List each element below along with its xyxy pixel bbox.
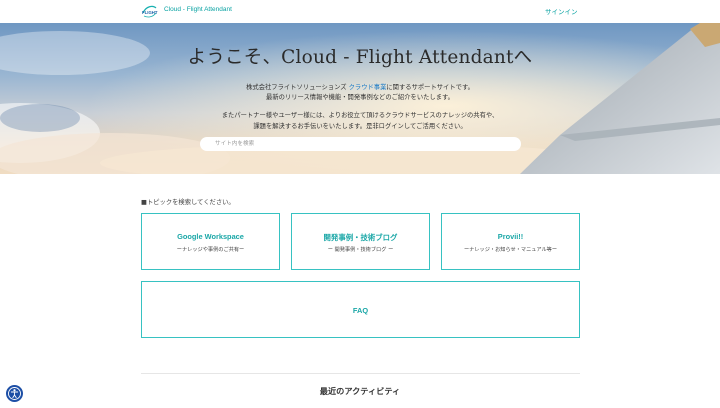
topic-card-title: FAQ [352,306,369,315]
hero-intro-line-1: 株式会社フライトソリューションズ クラウド事業に関するサポートサイトです。 [0,82,720,91]
topic-card-provii[interactable]: Provii!! ーナレッジ・お知らせ・マニュアル等ー [441,213,580,270]
topic-card-title: Google Workspace [177,232,244,241]
site-title[interactable]: Cloud - Flight Attendant [164,6,232,13]
hero-title: ようこそ、Cloud - Flight Attendantへ [187,47,533,68]
hero-intro-line-3: またパートナー様やユーザー様には、よりお役立て頂けるクラウドサービスのナレッジの… [221,112,499,119]
hero-intro-text: 株式会社フライトソリューションズ [246,84,349,91]
topics-label: ■トピックを検索してください。 [141,199,235,206]
site-header: FLIGHT Cloud - Flight Attendant サインイン [0,0,720,23]
hero-banner: ようこそ、Cloud - Flight Attendantへ 株式会社フライトソ… [0,23,720,174]
topic-card-subtitle: ーナレッジ・お知らせ・マニュアル等ー [463,247,558,253]
hero-intro-text: に関するサポートサイトです。 [386,84,474,91]
topic-card-subtitle: ーナレッジや事例のご共有ー [176,247,245,253]
topic-card-google-workspace[interactable]: Google Workspace ーナレッジや事例のご共有ー [141,213,280,270]
recent-activity-heading: 最近のアクティビティ [319,386,401,396]
section-divider [141,373,580,374]
topic-card-faq[interactable]: FAQ [141,281,580,338]
topic-card-title: 開発事例・技術ブログ [323,233,398,242]
hero-intro-line-2: 最新のリリース情報や機能・開発事例などのご紹介をいたします。 [266,94,454,101]
signin-link[interactable]: サインイン [545,6,578,16]
logo-text: FLIGHT [142,10,158,15]
topic-card-dev-blog[interactable]: 開発事例・技術ブログ ー 開発事例・技術ブログ ー [291,213,430,270]
flight-logo-icon[interactable]: FLIGHT [141,4,158,19]
accessibility-icon [8,387,21,400]
hero-intro-line-4: 課題を解決するお手伝いをいたします。是非ログインしてご活用ください。 [253,123,467,130]
topic-card-subtitle: ー 開発事例・技術ブログ ー [327,247,394,253]
topic-card-title: Provii!! [497,232,524,241]
accessibility-button[interactable] [6,385,23,402]
site-search-input[interactable] [200,137,521,151]
cloud-business-link[interactable]: クラウド事業 [349,84,387,91]
